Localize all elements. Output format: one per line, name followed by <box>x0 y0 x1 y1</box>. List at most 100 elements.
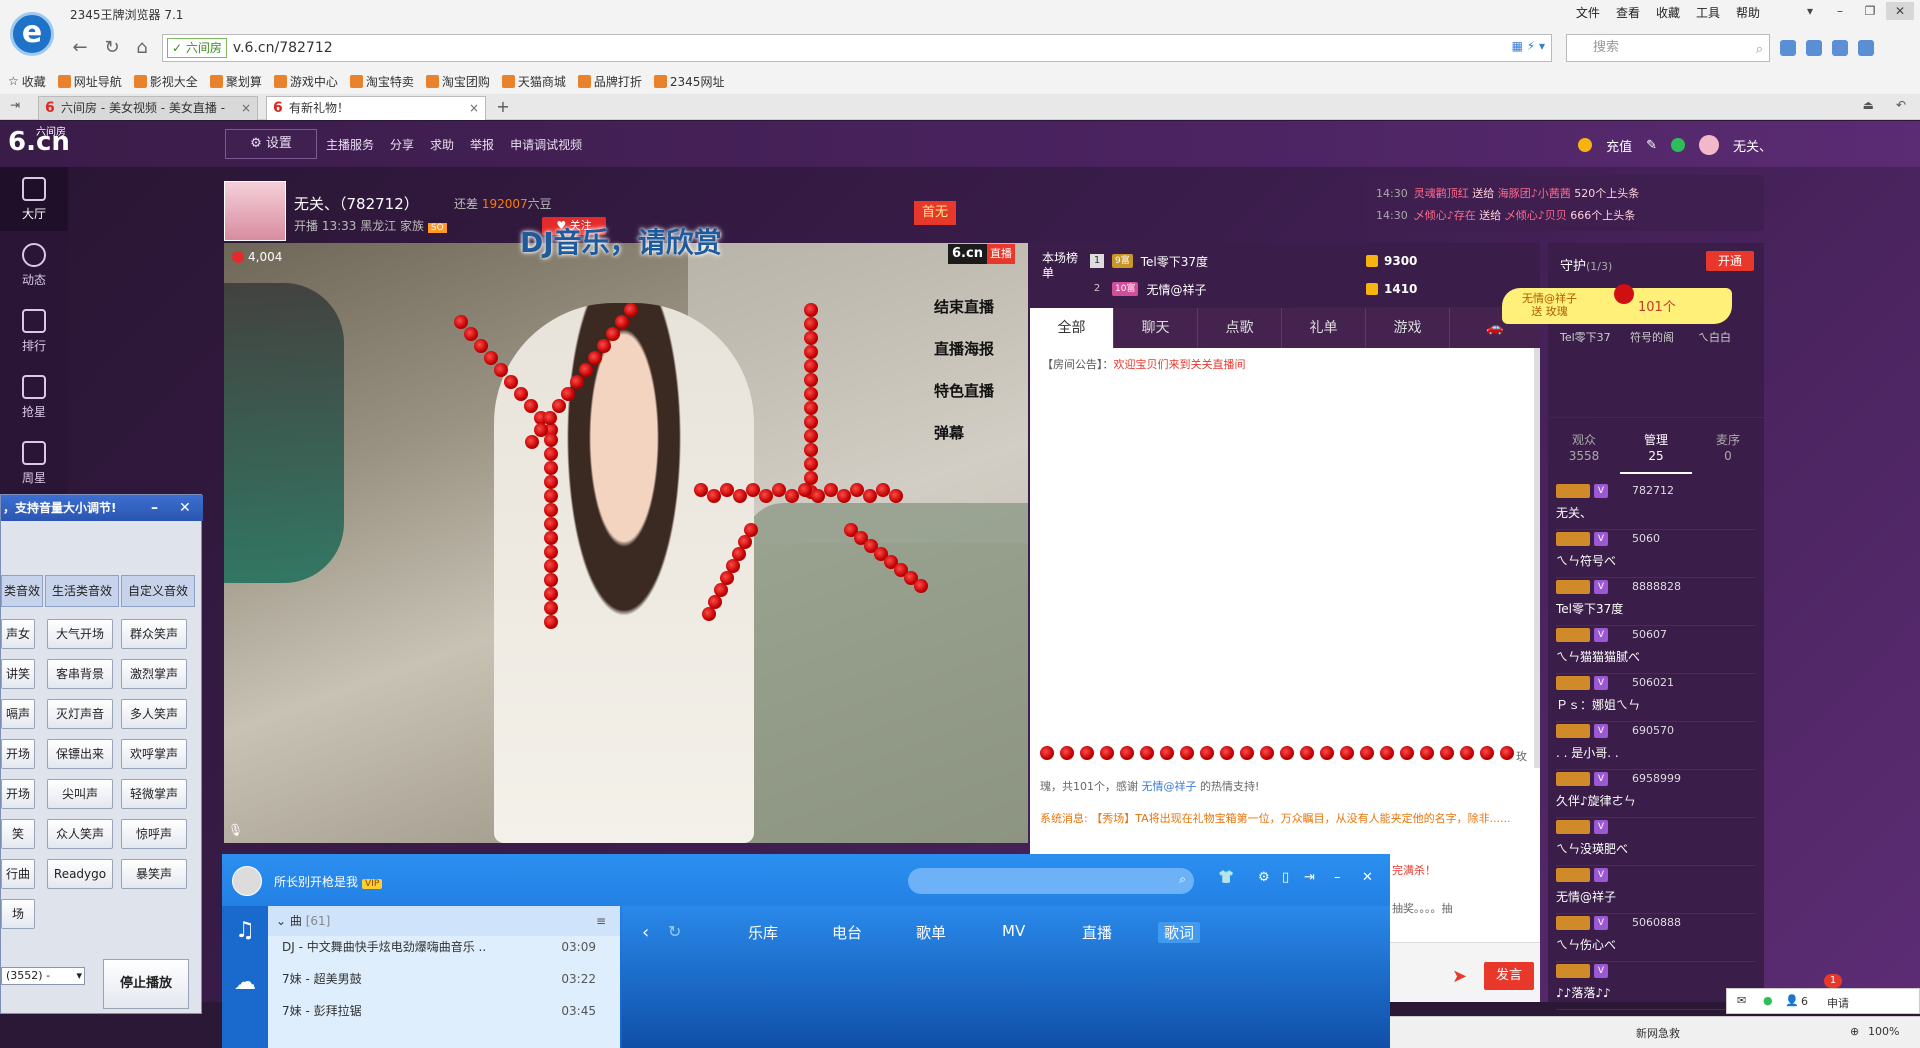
guard-member[interactable]: Tel零下37 <box>1560 329 1611 345</box>
home-icon[interactable]: ⌂ <box>130 36 154 60</box>
open-guard-button[interactable]: 开通 <box>1706 251 1754 271</box>
playlist-header[interactable]: ⌄ 曲 [61] ≡ <box>268 906 620 936</box>
sfx-button[interactable]: 笑 <box>1 819 35 849</box>
search-icon[interactable]: ⌕ <box>1179 872 1186 887</box>
audience-row[interactable]: V 690570 . . 是小哥. . <box>1556 722 1756 770</box>
nav-radio[interactable]: 电台 <box>832 922 862 943</box>
sfx-button[interactable]: 尖叫声 <box>47 779 113 809</box>
sfx-button[interactable]: 轻微掌声 <box>121 779 187 809</box>
url-text[interactable]: v.6.cn/782712 <box>233 40 333 56</box>
nav-library[interactable]: 乐库 <box>748 922 778 943</box>
sfx-button[interactable]: Readygo <box>47 859 113 889</box>
audience-row[interactable]: V ㄟㄣ没瑛肥べ <box>1556 818 1756 866</box>
tab-audience[interactable]: 观众 3558 <box>1548 428 1620 474</box>
close-icon[interactable]: ✕ <box>179 495 191 521</box>
marquee-to[interactable]: 乄倾心♪贝贝 <box>1505 209 1567 222</box>
apps-icon[interactable] <box>1780 40 1796 56</box>
username[interactable]: 无关、 <box>1733 136 1772 155</box>
thanks-user[interactable]: 无情@祥子 <box>1142 780 1197 793</box>
mail-icon[interactable]: ✉ <box>1737 994 1746 1007</box>
menu-help[interactable]: 帮助 <box>1736 4 1760 21</box>
marquee-from[interactable]: 灵魂鹳顶红 <box>1414 187 1469 200</box>
back-icon[interactable]: ← <box>68 36 92 60</box>
close-tab-icon[interactable]: × <box>469 97 479 119</box>
url-actions-icon[interactable]: ▦ ⚡ ▾ <box>1512 39 1545 53</box>
search-icon[interactable]: ⌕ <box>1756 37 1763 63</box>
settings-button[interactable]: ⚙ 设置 <box>225 129 317 159</box>
sfx-button[interactable]: 声女 <box>1 619 35 649</box>
sfx-button[interactable]: 惊呼声 <box>121 819 187 849</box>
sfx-button[interactable]: 客串背景 <box>47 659 113 689</box>
sfx-button[interactable]: 灭灯声音 <box>47 699 113 729</box>
audience-row[interactable]: V 50607 ㄟㄣ猫猫猫腻べ <box>1556 626 1756 674</box>
playlist-row[interactable]: DJ - 中文舞曲快手炫电劲爆嗨曲音乐 .. 03:09 <box>282 934 612 960</box>
tab-song[interactable]: 点歌 <box>1198 308 1282 348</box>
url-input[interactable]: ✓ 六间房 v.6.cn/782712 ▦ ⚡ ▾ <box>162 34 1552 62</box>
rank-row[interactable]: 2 10富 无情@祥子 1410 <box>1090 275 1530 303</box>
sfx-button[interactable]: 保镖出来 <box>47 739 113 769</box>
phone-icon[interactable]: ▯ <box>1282 870 1289 885</box>
rail-dynamic[interactable]: 动态 <box>0 233 68 297</box>
nav-live[interactable]: 直播 <box>1082 922 1112 943</box>
anchor-avatar[interactable] <box>224 181 286 241</box>
sfx-button[interactable]: 群众笑声 <box>121 619 187 649</box>
audience-row[interactable]: V 6958999 久伴♪旋律ㄜㄣ <box>1556 770 1756 818</box>
minimize-button[interactable]: – <box>1334 870 1341 885</box>
tab-chat[interactable]: 聊天 <box>1114 308 1198 348</box>
bookmark-item[interactable]: 淘宝团购 <box>425 73 490 90</box>
sfx-button[interactable]: 暴笑声 <box>121 859 187 889</box>
menu-favorites[interactable]: 收藏 <box>1656 4 1680 21</box>
mini-mode-icon[interactable]: ⇥ <box>1304 870 1315 885</box>
send-button[interactable]: 发言 <box>1484 962 1534 990</box>
bookmark-item[interactable]: 网址导航 <box>57 73 122 90</box>
live-poster-menu[interactable]: 直播海报 <box>934 338 1024 359</box>
close-tab-icon[interactable]: × <box>241 97 251 119</box>
bookmark-item[interactable]: 影视大全 <box>133 73 198 90</box>
refresh-icon[interactable]: ↻ <box>668 922 681 941</box>
nav-report[interactable]: 举报 <box>470 136 494 153</box>
sfx-button[interactable]: 多人笑声 <box>121 699 187 729</box>
sfx-button[interactable]: 开场 <box>1 739 35 769</box>
player-avatar[interactable] <box>232 866 262 896</box>
mic-icon[interactable]: 🎙 <box>228 823 243 837</box>
bookmark-favorites[interactable]: ☆ 收藏 <box>8 73 46 90</box>
marquee-from[interactable]: 乄倾心♪存在 <box>1414 209 1476 222</box>
back-icon[interactable]: ‹ <box>642 922 649 943</box>
tab-all[interactable]: 全部 <box>1030 308 1114 348</box>
tab-gift-list[interactable]: 礼单 <box>1282 308 1366 348</box>
nav-songlist[interactable]: 歌单 <box>916 922 946 943</box>
sfx-button[interactable]: 大气开场 <box>47 619 113 649</box>
sfx-button[interactable]: 开场 <box>1 779 35 809</box>
danmaku-menu[interactable]: 弹幕 <box>934 422 1024 443</box>
minimize-button[interactable]: – <box>1826 2 1854 20</box>
nav-share[interactable]: 分享 <box>390 136 414 153</box>
tab-admin[interactable]: 管理 25 <box>1620 428 1692 474</box>
audience-row[interactable]: V 782712 无关、 <box>1556 482 1756 530</box>
skin-icon[interactable]: ▾ <box>1796 2 1824 20</box>
rank-label[interactable]: 本场榜单 <box>1042 251 1078 281</box>
news-link[interactable]: 新网急救 <box>1636 1025 1680 1041</box>
gear-icon[interactable]: ⚙ <box>1258 870 1270 885</box>
site-logo[interactable]: 六间房 6.cn <box>8 127 70 157</box>
sfx-button[interactable]: 欢呼掌声 <box>121 739 187 769</box>
player-search-input[interactable]: ⌕ <box>908 868 1194 894</box>
tab-mic-queue[interactable]: 麦序 0 <box>1692 428 1764 474</box>
zoom-icon[interactable]: ⊕ <box>1850 1025 1859 1038</box>
bookmark-item[interactable]: 淘宝特卖 <box>349 73 414 90</box>
sfx-button[interactable]: 行曲 <box>1 859 35 889</box>
tab-menu-icon[interactable]: ⇥ <box>10 98 20 112</box>
nav-help[interactable]: 求助 <box>430 136 454 153</box>
video-player[interactable]: 🎙 <box>224 243 1028 843</box>
rail-week-star[interactable]: 周星 <box>0 431 68 495</box>
sfx-tab-category[interactable]: 类音效 <box>1 575 43 607</box>
stop-playback-button[interactable]: 停止播放 <box>103 959 189 1009</box>
notify-label[interactable]: 申请 <box>1827 995 1849 1011</box>
pin-icon[interactable]: ⏏ <box>1863 98 1874 112</box>
shirt-icon[interactable]: 👕 <box>1218 870 1234 885</box>
bookmark-item[interactable]: 2345网址 <box>653 73 724 90</box>
rail-grab-star[interactable]: 抢星 <box>0 365 68 429</box>
guard-member[interactable]: ㄟ白白 <box>1698 329 1731 345</box>
sfx-select[interactable]: (3552) - ▾ <box>1 967 85 985</box>
rank-flag[interactable]: 首无 <box>914 201 956 225</box>
nav-lyrics[interactable]: 歌词 <box>1158 922 1201 943</box>
